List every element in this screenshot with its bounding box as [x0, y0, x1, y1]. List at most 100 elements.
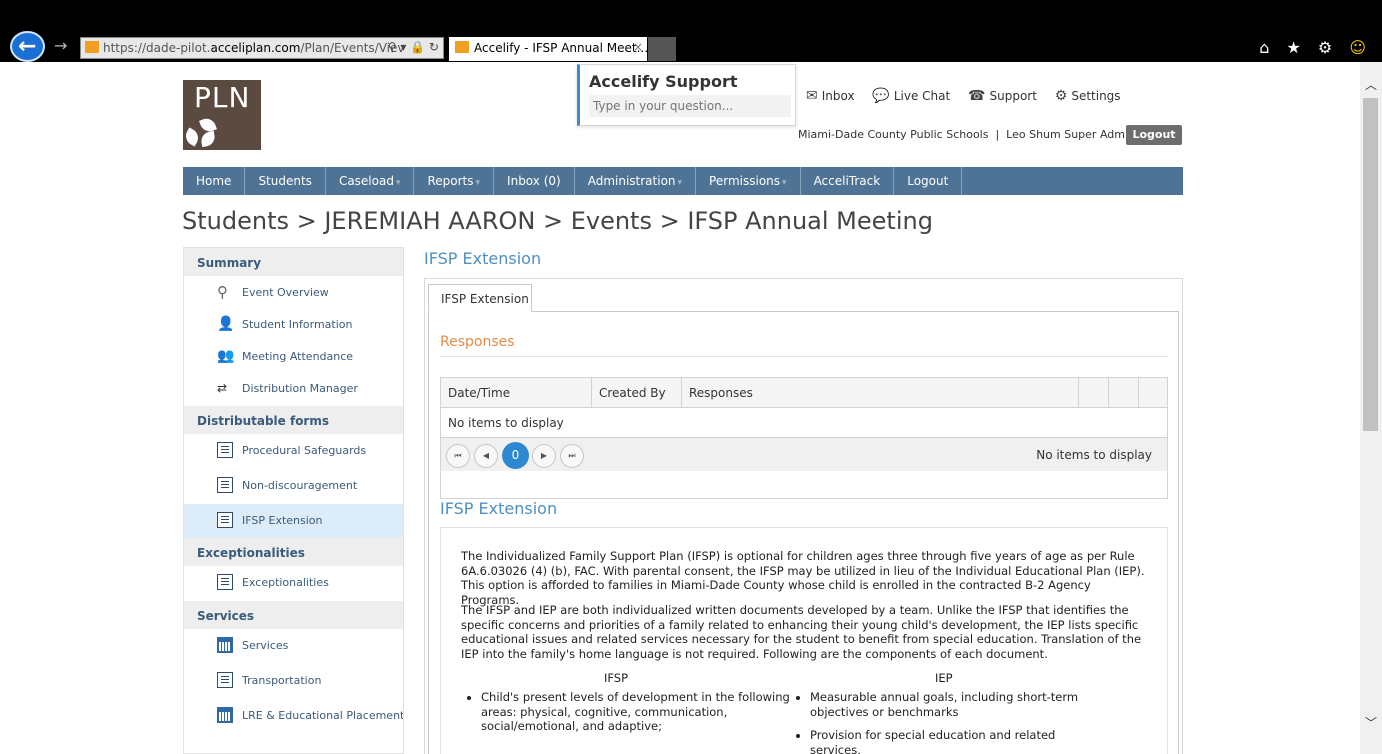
person-icon: 👤	[217, 316, 235, 332]
site-favicon-icon	[85, 41, 99, 53]
sidebar-item-ifsp-extension[interactable]: IFSP Extension	[184, 504, 403, 538]
list-item: Measurable annual goals, including short…	[810, 690, 1090, 719]
sidebar-item-exceptionalities[interactable]: Exceptionalities	[184, 566, 403, 601]
tab-close-icon[interactable]: ×	[633, 40, 643, 54]
sidebar-heading-distributable-forms: Distributable forms	[184, 406, 403, 434]
breadcrumb[interactable]: Students > JEREMIAH AARON > Events > IFS…	[182, 207, 933, 235]
header-logout-button[interactable]: Logout	[1126, 125, 1182, 145]
browser-chrome: → https://dade-pilot.acceliplan.com/Plan…	[0, 0, 1382, 62]
chevron-down-icon: ▾	[395, 178, 401, 188]
nav-accelitrack[interactable]: AcceliTrack	[801, 167, 895, 195]
pager-info: No items to display	[1036, 448, 1152, 462]
page-title: IFSP Extension	[424, 249, 542, 268]
support-question-input[interactable]	[589, 95, 791, 117]
column-header-created-by[interactable]: Created By	[592, 378, 682, 408]
live-chat-link[interactable]: 💬 Live Chat	[872, 88, 950, 104]
sidebar-heading-summary: Summary	[184, 248, 403, 276]
sidebar-heading-exceptionalities: Exceptionalities	[184, 538, 403, 566]
chevron-down-icon: ▾	[677, 178, 683, 188]
nav-administration[interactable]: Administration ▾	[575, 167, 697, 195]
accelify-support-widget: Accelify Support	[577, 64, 796, 126]
logo-leaf-icon	[199, 130, 217, 148]
event-sidebar: Summary ⚲ Event Overview 👤 Student Informa…	[183, 247, 404, 754]
pln-logo[interactable]: PLN	[182, 80, 261, 150]
pager-prev-icon[interactable]: ◀	[474, 444, 498, 468]
back-button[interactable]	[10, 31, 45, 62]
ifsp-description: The Individualized Family Support Plan (…	[440, 527, 1168, 754]
search-icon: ⚲	[217, 283, 228, 301]
distribution-icon: ⇄	[217, 381, 228, 395]
form-list-icon	[217, 672, 233, 688]
list-item: Child's present levels of development in…	[481, 690, 791, 734]
user-info: Miami-Dade County Public Schools | Leo S…	[798, 128, 1161, 141]
calendar-icon	[217, 707, 233, 723]
ifsp-components-list: Child's present levels of development in…	[461, 690, 791, 743]
scroll-up-icon[interactable]: ︿	[1365, 76, 1377, 93]
chat-icon: 💬	[872, 88, 890, 104]
sidebar-item-distribution-manager[interactable]: ⇄ Distribution Manager	[184, 372, 403, 406]
support-widget-title: Accelify Support	[589, 72, 738, 91]
sidebar-item-meeting-attendance[interactable]: 👥 Meeting Attendance	[184, 340, 403, 372]
address-bar[interactable]: https://dade-pilot.acceliplan.com/Plan/E…	[80, 37, 444, 59]
responses-grid: Date/Time Created By Responses No items …	[440, 377, 1168, 499]
nav-inbox[interactable]: Inbox (0)	[494, 167, 575, 195]
form-list-icon	[217, 574, 233, 590]
tab-favicon-icon	[455, 41, 469, 53]
column-header-responses[interactable]: Responses	[682, 378, 1079, 408]
browser-toolbar-icons[interactable]: ⌂ ★ ⚙ ☺	[1259, 38, 1372, 57]
column-header-action	[1079, 378, 1109, 408]
grid-empty-message: No items to display	[448, 416, 564, 430]
list-item: Provision for special education and rela…	[810, 728, 1090, 754]
nav-reports[interactable]: Reports ▾	[414, 167, 495, 195]
mail-icon: ✉	[806, 88, 818, 104]
column-header-datetime[interactable]: Date/Time	[441, 378, 592, 408]
pager-first-icon[interactable]: ⏮	[446, 444, 470, 468]
iep-components-list: Measurable annual goals, including short…	[790, 690, 1090, 754]
support-link[interactable]: ☎ Support	[968, 88, 1037, 104]
column-header-action	[1109, 378, 1139, 408]
sidebar-item-procedural-safeguards[interactable]: Procedural Safeguards	[184, 434, 403, 469]
paragraph: The IFSP and IEP are both individualized…	[461, 603, 1142, 661]
calendar-icon	[217, 637, 233, 653]
phone-icon: ☎	[968, 88, 986, 104]
tab-ifsp-extension[interactable]: IFSP Extension	[428, 284, 532, 312]
inbox-link[interactable]: ✉ Inbox	[806, 88, 855, 104]
column-heading-iep: IEP	[935, 671, 953, 685]
sidebar-item-event-overview[interactable]: ⚲ Event Overview	[184, 276, 403, 308]
forward-icon[interactable]: →	[54, 36, 67, 55]
browser-tab[interactable]: Accelify - IFSP Annual Meet... ×	[449, 37, 648, 61]
scroll-down-icon[interactable]: ﹀	[1365, 714, 1377, 731]
form-list-icon	[217, 442, 233, 458]
gear-icon: ⚙	[1054, 88, 1068, 104]
section-heading: IFSP Extension	[440, 499, 558, 518]
logo-leaf-icon	[182, 127, 202, 147]
responses-heading: Responses	[440, 334, 515, 350]
grid-header: Date/Time Created By Responses	[441, 378, 1167, 408]
nav-students[interactable]: Students	[245, 167, 326, 195]
sidebar-item-non-discouragement[interactable]: Non-discouragement	[184, 469, 403, 504]
tab-body: Responses Date/Time Created By Responses…	[428, 311, 1179, 754]
sidebar-item-student-information[interactable]: 👤 Student Information	[184, 308, 403, 340]
feedback-smile-icon[interactable]: ☺	[1349, 38, 1372, 57]
pager-last-icon[interactable]: ⏭	[560, 444, 584, 468]
content-panel: IFSP Extension Responses Date/Time Creat…	[424, 278, 1183, 754]
form-list-icon	[217, 512, 233, 528]
nav-home[interactable]: Home	[183, 167, 246, 195]
vertical-scrollbar[interactable]: ︿ ﹀	[1360, 62, 1382, 754]
sidebar-item-transportation[interactable]: Transportation	[184, 664, 403, 699]
paragraph: The Individualized Family Support Plan (…	[461, 549, 1145, 607]
new-tab-button[interactable]	[648, 37, 676, 61]
sidebar-item-lre-educational-placement[interactable]: LRE & Educational Placement	[184, 699, 403, 733]
sidebar-item-services[interactable]: Services	[184, 629, 403, 664]
nav-caseload[interactable]: Caseload ▾	[326, 167, 415, 195]
nav-permissions[interactable]: Permissions ▾	[696, 167, 801, 195]
chevron-down-icon: ▾	[782, 178, 787, 188]
divider	[440, 356, 1168, 357]
settings-link[interactable]: ⚙ Settings	[1055, 88, 1121, 104]
address-bar-icons[interactable]: ⚲ ▾ 🔒 ↻	[388, 40, 439, 54]
pager-next-icon[interactable]: ▶	[532, 444, 556, 468]
nav-logout[interactable]: Logout	[894, 167, 963, 195]
scrollbar-thumb[interactable]	[1363, 98, 1378, 431]
main-nav: Home Students Caseload ▾ Reports ▾ Inbox (…	[183, 167, 1183, 195]
pager-current-page[interactable]: 0	[502, 442, 529, 469]
